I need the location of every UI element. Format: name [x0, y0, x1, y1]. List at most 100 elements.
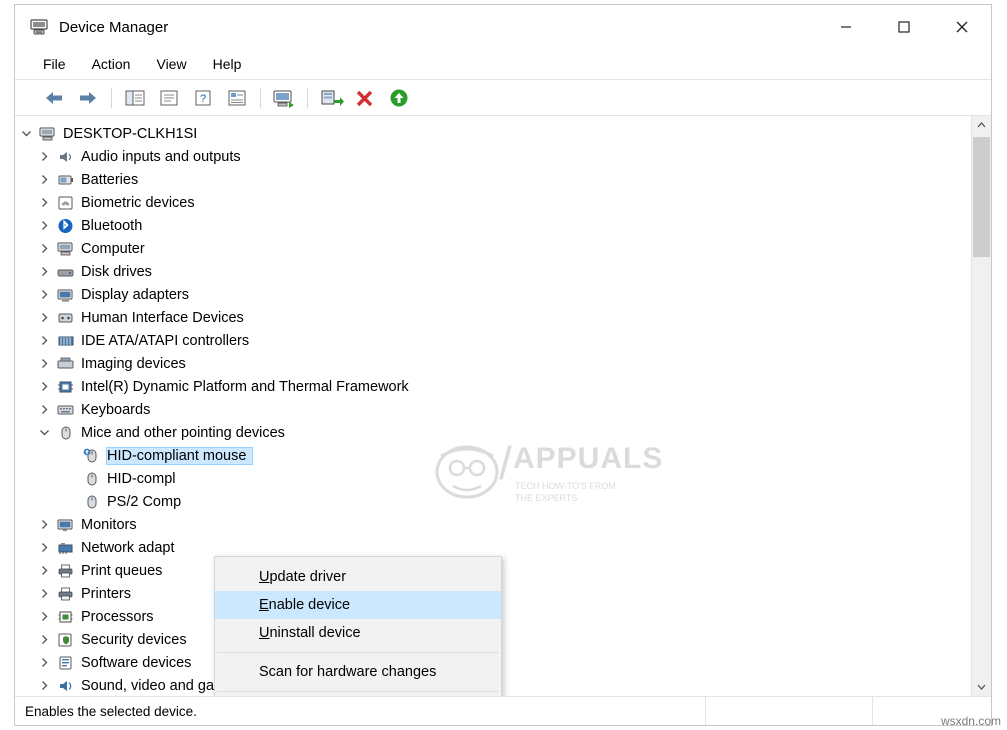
hid-icon: [55, 309, 77, 327]
svg-text:?: ?: [200, 93, 206, 105]
tree-item-row[interactable]: HID-compliant mouse: [15, 444, 971, 467]
mouse-icon: [81, 470, 103, 488]
tree-item-row[interactable]: Audio inputs and outputs: [15, 145, 971, 168]
tree-item-label: Software devices: [81, 655, 197, 671]
context-menu[interactable]: Update driver Enable device Uninstall de…: [214, 556, 502, 696]
menu-help[interactable]: Help: [213, 56, 242, 72]
context-menu-item-update-driver[interactable]: Update driver: [215, 563, 501, 591]
tree-item-row[interactable]: Imaging devices: [15, 352, 971, 375]
menu-action[interactable]: Action: [92, 56, 131, 72]
device-manager-window: Device Manager File Action View Help: [14, 4, 992, 726]
tree-item-label: Mice and other pointing devices: [81, 425, 291, 441]
chevron-right-icon[interactable]: [33, 174, 55, 185]
tree-item-label: Audio inputs and outputs: [81, 149, 247, 165]
tree-item-row[interactable]: PS/2 Comp: [15, 490, 971, 513]
scrollbar-track[interactable]: [972, 135, 991, 677]
chevron-right-icon[interactable]: [33, 657, 55, 668]
chevron-right-icon[interactable]: [33, 335, 55, 346]
tree-item-label: Network adapt: [81, 540, 181, 556]
context-menu-item-scan-for-hardware-changes[interactable]: Scan for hardware changes: [215, 658, 501, 686]
context-menu-item-uninstall-device[interactable]: Uninstall device: [215, 619, 501, 647]
minimize-button[interactable]: [817, 5, 875, 49]
scan-for-hardware-changes-icon[interactable]: [267, 84, 301, 112]
imaging-device-icon: [55, 355, 77, 373]
printer-icon: [55, 585, 77, 603]
enable-device-icon[interactable]: [382, 84, 416, 112]
tree-item-label: Print queues: [81, 563, 168, 579]
chevron-right-icon[interactable]: [33, 312, 55, 323]
context-menu-label: Update driver: [259, 569, 346, 585]
forward-icon[interactable]: [71, 84, 105, 112]
scrollbar-thumb[interactable]: [973, 137, 990, 257]
update-driver-icon[interactable]: [314, 84, 348, 112]
chevron-right-icon[interactable]: [33, 680, 55, 691]
title-bar: Device Manager: [15, 5, 991, 49]
toolbar: ?: [15, 79, 991, 116]
chevron-right-icon[interactable]: [33, 565, 55, 576]
tree-item-row[interactable]: Computer: [15, 237, 971, 260]
chevron-right-icon[interactable]: [33, 220, 55, 231]
tree-item-row[interactable]: Bluetooth: [15, 214, 971, 237]
tree-item-label: Intel(R) Dynamic Platform and Thermal Fr…: [81, 379, 415, 395]
chevron-right-icon[interactable]: [33, 519, 55, 530]
tree-item-label: Imaging devices: [81, 356, 192, 372]
maximize-button[interactable]: [875, 5, 933, 49]
tree-item-label: Disk drives: [81, 264, 158, 280]
tree-item-label: Display adapters: [81, 287, 195, 303]
status-bar: Enables the selected device.: [15, 696, 991, 725]
uninstall-device-icon[interactable]: [348, 84, 382, 112]
tree-item-row[interactable]: Batteries: [15, 168, 971, 191]
tree-item-row[interactable]: HID-compl: [15, 467, 971, 490]
security-device-icon: [55, 631, 77, 649]
context-menu-label: Scan for hardware changes: [259, 664, 436, 680]
tree-item-row[interactable]: Keyboards: [15, 398, 971, 421]
chevron-right-icon[interactable]: [33, 542, 55, 553]
chevron-down-icon[interactable]: [33, 427, 55, 438]
print-queue-icon: [55, 562, 77, 580]
chevron-down-icon[interactable]: [15, 128, 37, 139]
tree-item-label: Processors: [81, 609, 160, 625]
chevron-right-icon[interactable]: [33, 266, 55, 277]
context-menu-item-enable-device[interactable]: Enable device: [215, 591, 501, 619]
tree-item-label: Printers: [81, 586, 137, 602]
tree-item-row[interactable]: Biometric devices: [15, 191, 971, 214]
scroll-up-arrow-icon[interactable]: [972, 116, 991, 135]
display-adapter-icon: [55, 286, 77, 304]
tree-item-label: Computer: [81, 241, 151, 257]
chevron-right-icon[interactable]: [33, 404, 55, 415]
tree-item-row[interactable]: Human Interface Devices: [15, 306, 971, 329]
chevron-right-icon[interactable]: [33, 588, 55, 599]
back-icon[interactable]: [37, 84, 71, 112]
chevron-right-icon[interactable]: [33, 634, 55, 645]
show-hidden-devices-icon[interactable]: [220, 84, 254, 112]
show-hide-console-tree-icon[interactable]: [118, 84, 152, 112]
chevron-right-icon[interactable]: [33, 381, 55, 392]
sound-controller-icon: [55, 677, 77, 695]
scroll-down-arrow-icon[interactable]: [972, 677, 991, 696]
chevron-right-icon[interactable]: [33, 611, 55, 622]
chevron-right-icon[interactable]: [33, 151, 55, 162]
tree-item-row[interactable]: IDE ATA/ATAPI controllers: [15, 329, 971, 352]
tree-item-row[interactable]: Intel(R) Dynamic Platform and Thermal Fr…: [15, 375, 971, 398]
menu-view[interactable]: View: [156, 56, 186, 72]
software-device-icon: [55, 654, 77, 672]
tree-item-row[interactable]: Disk drives: [15, 260, 971, 283]
tree-scrollbar[interactable]: [971, 116, 991, 696]
tree-item-label: HID-compliant mouse: [107, 448, 252, 464]
chevron-right-icon[interactable]: [33, 197, 55, 208]
tree-item-label: Biometric devices: [81, 195, 201, 211]
chevron-right-icon[interactable]: [33, 289, 55, 300]
chevron-right-icon[interactable]: [33, 243, 55, 254]
help-icon[interactable]: ?: [186, 84, 220, 112]
menu-file[interactable]: File: [43, 56, 66, 72]
chevron-right-icon[interactable]: [33, 358, 55, 369]
mouse-icon: [55, 424, 77, 442]
disk-drive-icon: [55, 263, 77, 281]
tree-item-row[interactable]: Monitors: [15, 513, 971, 536]
properties-icon[interactable]: [152, 84, 186, 112]
tree-item-label: Security devices: [81, 632, 193, 648]
tree-root-row[interactable]: DESKTOP-CLKH1SI: [15, 122, 971, 145]
tree-item-row[interactable]: Mice and other pointing devices: [15, 421, 971, 444]
close-button[interactable]: [933, 5, 991, 49]
tree-item-row[interactable]: Display adapters: [15, 283, 971, 306]
